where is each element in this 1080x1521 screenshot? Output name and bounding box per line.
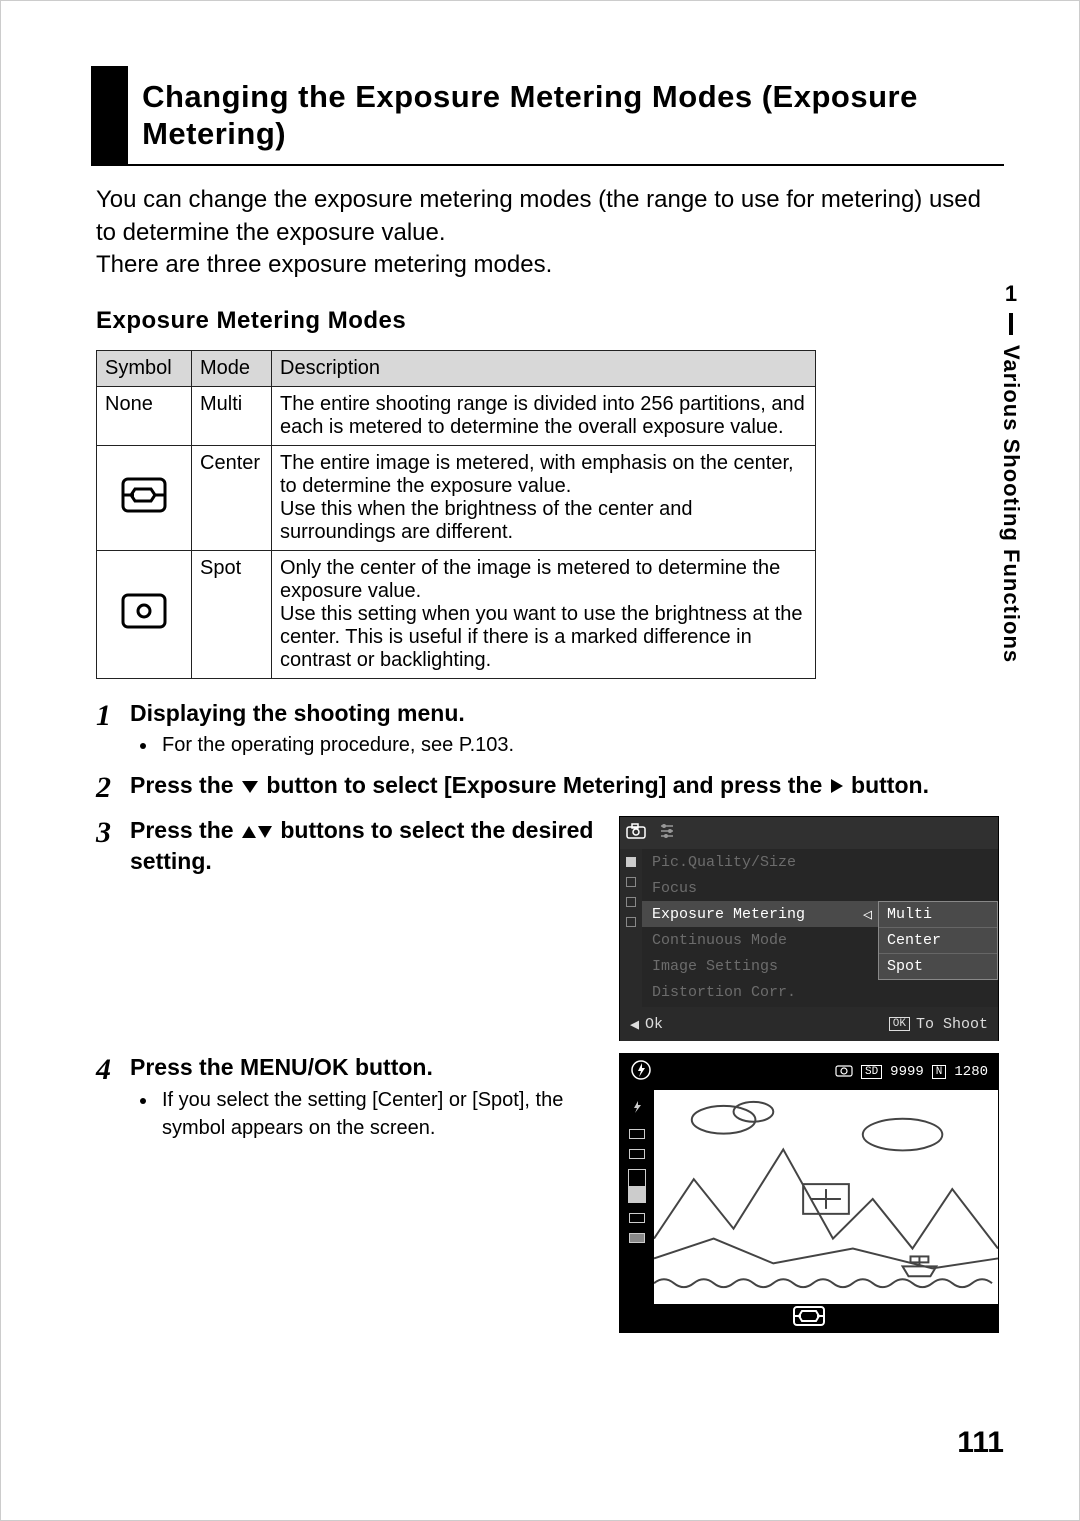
image-size: 1280 — [954, 1064, 988, 1080]
spot-icon — [121, 593, 167, 635]
chapter-label: Various Shooting Functions — [998, 345, 1024, 663]
camera-small-icon — [835, 1063, 853, 1082]
left-pointer-icon: ◁ — [863, 905, 872, 924]
ok-badge: OK — [889, 1017, 910, 1031]
liveview-exposure-bar — [620, 1090, 654, 1304]
menu-items: Pic.Quality/Size Focus Exposure Metering… — [642, 849, 878, 1007]
down-arrow-icon — [240, 773, 260, 802]
camera-tab-icon — [626, 823, 646, 844]
menu-footer: ◀ Ok OK To Shoot — [620, 1007, 998, 1041]
menu-item: Distortion Corr. — [642, 979, 878, 1005]
menu-tabs — [620, 817, 998, 849]
chapter-number: 1 — [998, 281, 1024, 307]
menu-option: Multi — [879, 902, 997, 928]
liveview-topbar: SD 9999 N 1280 — [620, 1054, 998, 1090]
steps-list: 1 Displaying the shooting menu. For the … — [96, 699, 999, 1334]
symbol-none: None — [97, 386, 192, 445]
center-weighted-icon — [121, 477, 167, 519]
step-1: 1 Displaying the shooting menu. For the … — [96, 699, 999, 760]
menu-scroll-indicator — [620, 849, 642, 1007]
step-bullet: For the operating procedure, see P.103. — [158, 731, 999, 759]
exposure-modes-table: Symbol Mode Description None Multi The e… — [96, 350, 816, 679]
menu-option: Center — [879, 928, 997, 954]
menu-item-selected: Exposure Metering ◁ — [642, 901, 878, 927]
left-arrow-icon: ◀ — [630, 1015, 639, 1034]
desc-spot: Only the center of the image is metered … — [272, 550, 816, 678]
title-block-decoration — [91, 66, 128, 164]
menu-item: Pic.Quality/Size — [642, 849, 878, 875]
manual-page: Changing the Exposure Metering Modes (Ex… — [0, 0, 1080, 1521]
step-number: 2 — [96, 771, 130, 804]
step-title: Displaying the shooting menu. — [130, 699, 999, 728]
shots-remaining: 9999 — [890, 1064, 924, 1080]
step-title: Press the buttons to select the desired … — [130, 816, 599, 1041]
side-chapter-tab: 1 Various Shooting Functions — [998, 281, 1024, 663]
intro-text: You can change the exposure metering mod… — [96, 184, 999, 281]
table-row: Spot Only the center of the image is met… — [97, 550, 816, 678]
mode-center: Center — [192, 445, 272, 550]
desc-center: The entire image is metered, with emphas… — [272, 445, 816, 550]
table-row: None Multi The entire shooting range is … — [97, 386, 816, 445]
center-weighted-icon — [792, 1305, 826, 1332]
col-mode: Mode — [192, 350, 272, 386]
menu-item: Image Settings — [642, 953, 878, 979]
liveview-screenshot: SD 9999 N 1280 — [619, 1053, 999, 1333]
section-title-row: Changing the Exposure Metering Modes (Ex… — [91, 66, 1004, 166]
desc-multi: The entire shooting range is divided int… — [272, 386, 816, 445]
symbol-spot — [97, 550, 192, 678]
menu-item: Continuous Mode — [642, 927, 878, 953]
table-row: Center The entire image is metered, with… — [97, 445, 816, 550]
step-number: 3 — [96, 816, 130, 1041]
step-4: 4 Press the MENU/OK button. If you selec… — [96, 1053, 999, 1333]
step-title: Press the button to select [Exposure Met… — [130, 771, 999, 802]
step-number: 1 — [96, 699, 130, 760]
menu-item: Focus — [642, 875, 878, 901]
settings-tab-icon — [658, 823, 676, 844]
step-bullet: If you select the setting [Center] or [S… — [158, 1086, 599, 1142]
liveview-scene-illustration — [654, 1090, 998, 1304]
sd-badge: SD — [861, 1065, 882, 1079]
section-title: Changing the Exposure Metering Modes (Ex… — [128, 66, 1004, 164]
mode-multi: Multi — [192, 386, 272, 445]
right-arrow-icon — [829, 773, 845, 802]
flash-auto-icon — [630, 1059, 652, 1086]
step-number: 4 — [96, 1053, 130, 1333]
symbol-center — [97, 445, 192, 550]
col-desc: Description — [272, 350, 816, 386]
size-badge: N — [932, 1065, 947, 1079]
menu-options-popup: Multi Center Spot — [878, 901, 998, 980]
menu-screenshot: Pic.Quality/Size Focus Exposure Metering… — [619, 816, 999, 1041]
up-down-arrow-icon — [240, 818, 274, 847]
step-3: 3 Press the buttons to select the desire… — [96, 816, 999, 1041]
mode-spot: Spot — [192, 550, 272, 678]
step-2: 2 Press the button to select [Exposure M… — [96, 771, 999, 804]
step-title: Press the MENU/OK button. — [130, 1053, 599, 1082]
col-symbol: Symbol — [97, 350, 192, 386]
chapter-divider — [1009, 313, 1013, 335]
liveview-bottombar — [620, 1304, 998, 1332]
flash-small-icon — [630, 1100, 644, 1119]
menu-option: Spot — [879, 954, 997, 979]
subsection-heading: Exposure Metering Modes — [96, 307, 999, 335]
page-number: 111 — [957, 1426, 1004, 1460]
